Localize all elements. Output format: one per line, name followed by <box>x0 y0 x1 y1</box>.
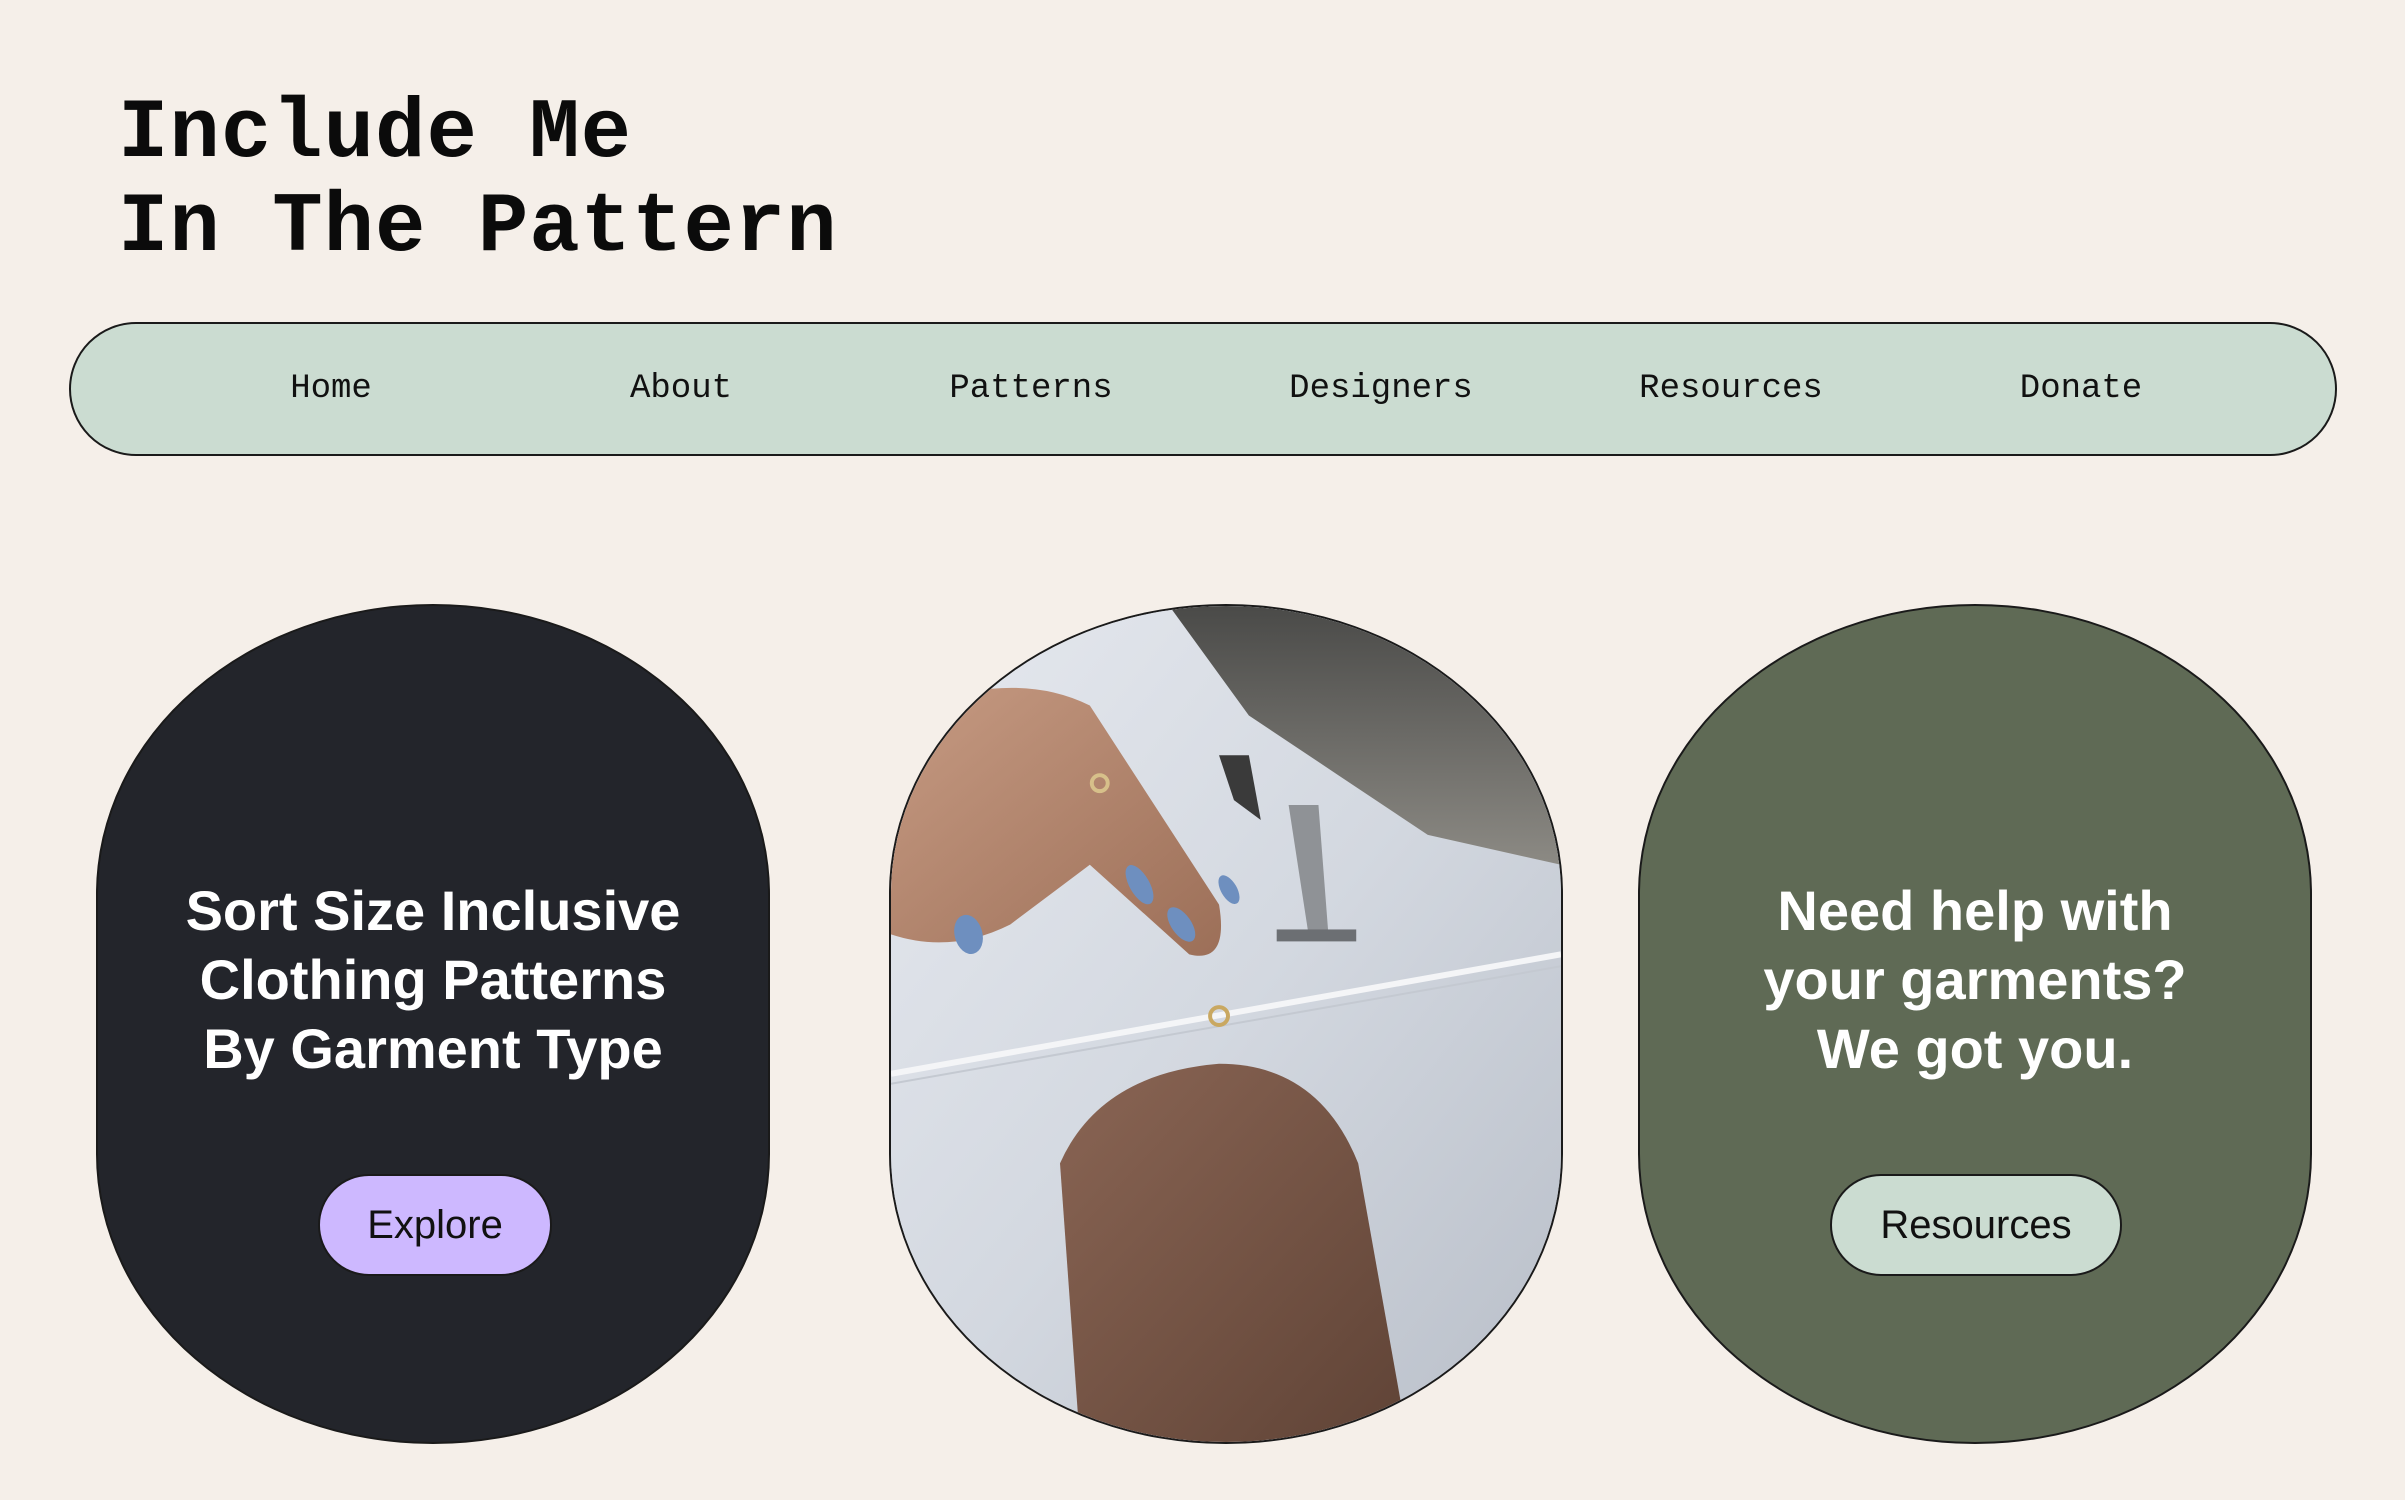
nav-about[interactable]: About <box>630 324 732 454</box>
site-title-line-1: Include Me <box>118 87 633 182</box>
resources-button[interactable]: Resources <box>1830 1174 2122 1276</box>
sewing-photo-card <box>889 604 1563 1444</box>
nav-resources[interactable]: Resources <box>1639 324 1823 454</box>
heading-line: your garments? <box>1763 948 2187 1011</box>
resources-card: Need help with your garments? We got you… <box>1638 604 2312 1444</box>
nav-patterns[interactable]: Patterns <box>949 324 1112 454</box>
explore-button[interactable]: Explore <box>318 1174 552 1276</box>
heading-line: We got you. <box>1816 1017 2134 1080</box>
sewing-machine-hands-photo <box>891 606 1561 1442</box>
nav-home[interactable]: Home <box>290 324 372 454</box>
main-nav: Home About Patterns Designers Resources … <box>69 322 2337 456</box>
heading-line: Clothing Patterns <box>199 948 667 1011</box>
patterns-card: Sort Size Inclusive Clothing Patterns By… <box>96 604 770 1444</box>
heading-line: Sort Size Inclusive <box>185 879 681 942</box>
site-title-line-2: In The Pattern <box>118 181 838 276</box>
heading-line: Need help with <box>1777 879 2173 942</box>
nav-donate[interactable]: Donate <box>2020 324 2142 454</box>
resources-card-heading: Need help with your garments? We got you… <box>1640 876 2310 1083</box>
heading-line: By Garment Type <box>203 1017 663 1080</box>
site-title: Include Me In The Pattern <box>118 88 838 276</box>
nav-designers[interactable]: Designers <box>1289 324 1473 454</box>
patterns-card-heading: Sort Size Inclusive Clothing Patterns By… <box>98 876 768 1083</box>
